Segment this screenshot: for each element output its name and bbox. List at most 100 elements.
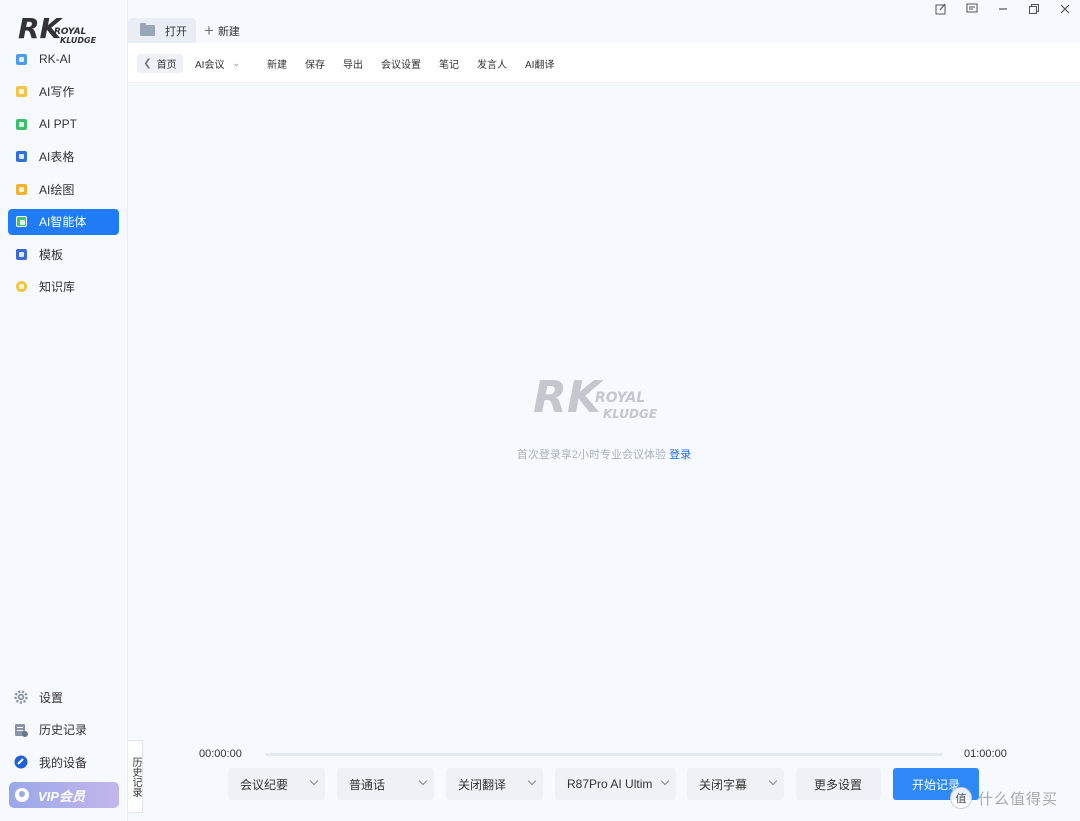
edit-window-button[interactable] [925, 0, 956, 18]
avatar-icon [15, 788, 29, 802]
toolbar-notes-button[interactable]: 笔记 [439, 56, 459, 71]
login-link[interactable]: 登录 [669, 449, 691, 461]
tab-new[interactable]: + 新建 [204, 18, 240, 43]
history-side-tab[interactable]: 历史记录 [128, 740, 143, 813]
minimize-button[interactable] [987, 0, 1018, 18]
sidebar-item-label: 模板 [39, 247, 64, 262]
devices-button[interactable]: 我的设备 [8, 749, 119, 775]
summary-select-value: 会议纪要 [240, 777, 289, 792]
ai-meeting-dropdown[interactable]: AI会议 [195, 56, 224, 71]
watermark-badge: 值 [950, 787, 972, 809]
toolbar-export-button[interactable]: 导出 [343, 56, 363, 71]
knowledge-icon [16, 281, 27, 292]
sidebar: RK ROYAL KLUDGE RK-AI AI写作 AI PPT AI表格 A… [0, 0, 128, 821]
device-select[interactable]: R87Pro AI Ultim [555, 768, 676, 800]
toolbar-meeting-settings-button[interactable]: 会议设置 [381, 56, 421, 71]
sidebar-item-template[interactable]: 模板 [8, 241, 119, 267]
center-logo-kludge-text: KLUDGE [603, 407, 658, 421]
language-select-value: 普通话 [349, 777, 386, 792]
chevron-down-icon [660, 776, 670, 786]
login-prompt: 首次登录享2小时专业会议体验 登录 [128, 446, 1080, 462]
history-icon [15, 723, 28, 737]
sidebar-item-ai-draw[interactable]: AI绘图 [8, 176, 119, 202]
chevron-down-icon [768, 776, 778, 786]
more-settings-button[interactable]: 更多设置 [796, 768, 881, 800]
toolbar-ai-translate-button[interactable]: AI翻译 [525, 56, 554, 71]
toolbar: ❮ 首页 AI会议 ⌄ 新建 保存 导出 会议设置 笔记 发言人 AI翻译 [128, 43, 1080, 83]
edit-icon [935, 3, 945, 15]
chevron-down-icon [309, 776, 319, 786]
device-select-value: R87Pro AI Ultim [567, 777, 653, 791]
home-back-button[interactable]: ❮ 首页 [137, 54, 183, 73]
gear-icon [14, 690, 28, 704]
sidebar-item-ai-ppt[interactable]: AI PPT [8, 111, 119, 137]
draw-icon [16, 183, 27, 195]
chevron-down-icon [527, 776, 537, 786]
sidebar-item-ai-writing[interactable]: AI写作 [8, 79, 119, 105]
ppt-icon [16, 118, 27, 130]
toolbar-new-button[interactable]: 新建 [267, 56, 287, 71]
folder-icon [140, 23, 155, 36]
device-icon [14, 755, 28, 769]
history-label: 历史记录 [39, 723, 88, 737]
toolbar-speaker-button[interactable]: 发言人 [477, 56, 507, 71]
translate-select[interactable]: 关闭翻译 [446, 768, 543, 800]
feedback-button[interactable] [956, 0, 987, 18]
summary-select[interactable]: 会议纪要 [228, 768, 325, 800]
settings-label: 设置 [39, 690, 64, 705]
restore-button[interactable] [1018, 0, 1049, 18]
rk-logo: RK ROYAL KLUDGE [18, 12, 97, 45]
message-icon [966, 3, 977, 13]
close-icon [1060, 4, 1069, 14]
tab-open-label: 打开 [165, 25, 187, 38]
time-end: 01:00:00 [964, 748, 1007, 760]
tab-new-label: 新建 [217, 25, 240, 38]
settings-button[interactable]: 设置 [8, 684, 119, 710]
minimize-icon [998, 8, 1007, 10]
chevron-down-icon [418, 776, 428, 786]
history-button[interactable]: 历史记录 [8, 717, 119, 743]
sidebar-item-rk-ai[interactable]: RK-AI [8, 46, 119, 72]
close-button[interactable] [1049, 0, 1080, 18]
sidebar-item-ai-table[interactable]: AI表格 [8, 144, 119, 170]
write-icon [16, 86, 27, 97]
language-select[interactable]: 普通话 [337, 768, 434, 800]
agent-icon [16, 216, 27, 227]
vip-button[interactable]: VIP会员 [9, 782, 119, 808]
chevron-down-icon[interactable]: ⌄ [232, 58, 240, 69]
sidebar-item-ai-agent[interactable]: AI智能体 [8, 208, 119, 235]
subtitles-select[interactable]: 关闭字幕 [687, 768, 784, 800]
watermark-text: 什么值得买 [978, 790, 1059, 808]
sidebar-item-label: AI PPT [39, 117, 78, 131]
sidebar-item-knowledge[interactable]: 知识库 [8, 274, 119, 300]
chevron-left-icon: ❮ [143, 58, 152, 69]
sidebar-item-label: AI智能体 [39, 215, 87, 229]
logo-kludge-text: KLUDGE [60, 36, 97, 45]
translate-select-value: 关闭翻译 [458, 777, 507, 792]
site-watermark: 值 什么值得买 [950, 785, 1058, 811]
center-logo-royal-text: ROYAL [595, 390, 645, 406]
sidebar-item-label: AI绘图 [39, 182, 75, 197]
home-label: 首页 [156, 60, 177, 71]
toolbar-save-button[interactable]: 保存 [305, 56, 325, 71]
devices-label: 我的设备 [39, 755, 88, 770]
history-side-tab-label: 历史记录 [130, 756, 141, 797]
timeline-track[interactable] [265, 753, 943, 756]
rk-ai-icon [16, 53, 27, 65]
toolbar-items: AI会议 ⌄ 新建 保存 导出 会议设置 笔记 发言人 AI翻译 [195, 43, 572, 83]
login-prompt-text: 首次登录享2小时专业会议体验 [516, 449, 667, 461]
tab-open[interactable]: 打开 [128, 18, 196, 43]
plus-icon: + [204, 21, 214, 40]
main-content: RK ROYAL KLUDGE 首次登录享2小时专业会议体验 登录 历史记录 0… [128, 84, 1080, 821]
sidebar-item-label: AI写作 [39, 85, 75, 99]
time-start: 00:00:00 [199, 748, 242, 760]
more-settings-label: 更多设置 [814, 777, 863, 792]
sidebar-nav: RK-AI AI写作 AI PPT AI表格 AI绘图 AI智能体 模板 知识库 [8, 46, 119, 306]
window-controls [925, 0, 1080, 18]
subtitles-select-value: 关闭字幕 [699, 777, 748, 792]
sidebar-item-label: RK-AI [39, 52, 72, 66]
template-icon [16, 248, 27, 260]
tab-bar: 打开 + 新建 [128, 18, 1080, 43]
vip-label: VIP会员 [38, 788, 85, 804]
sidebar-bottom-nav: 设置 历史记录 我的设备 [8, 684, 119, 782]
